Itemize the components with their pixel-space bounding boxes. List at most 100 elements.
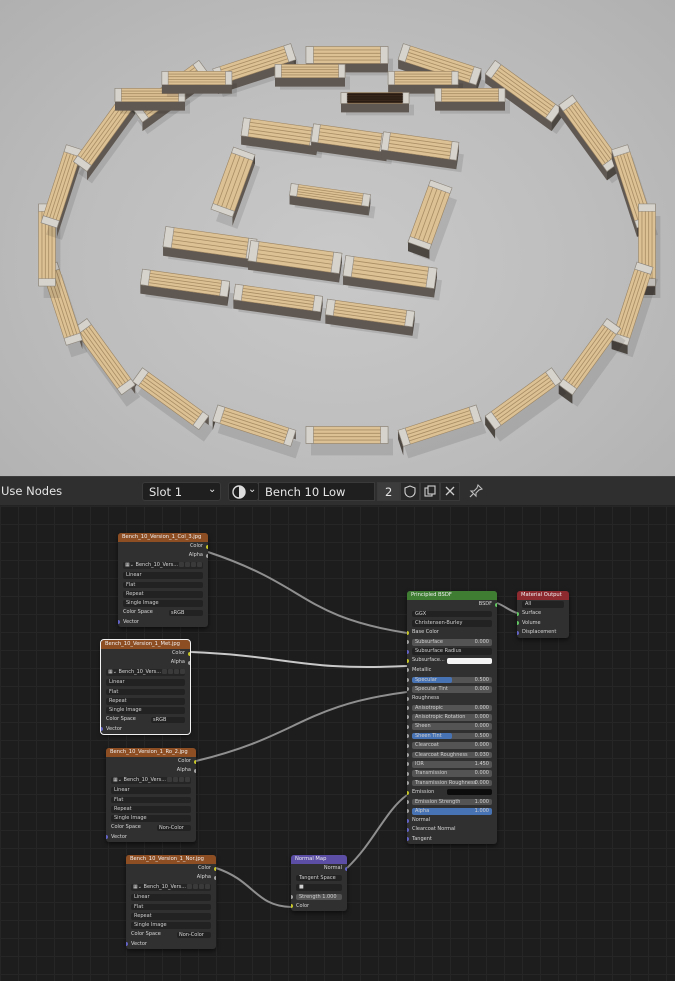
input-sheen[interactable]: Sheen 0.000 <box>407 722 497 731</box>
input-specular[interactable]: Specular 0.500 <box>407 675 497 684</box>
color-socket[interactable] <box>206 544 208 549</box>
socket[interactable] <box>407 715 409 720</box>
input-clearcoat[interactable]: Clearcoat 0.000 <box>407 741 497 750</box>
socket[interactable] <box>407 790 409 795</box>
surface-socket[interactable] <box>517 612 519 617</box>
node-editor-canvas[interactable]: Bench_10_Version_1_Col_3.jpg Color Alpha… <box>0 506 675 981</box>
alpha-socket[interactable] <box>194 769 196 774</box>
socket[interactable] <box>407 659 409 664</box>
input-alpha[interactable]: Alpha 1.000 <box>407 807 497 816</box>
input-subsurface[interactable]: Subsurface 0.000 <box>407 638 497 647</box>
socket[interactable] <box>407 828 409 833</box>
node-header[interactable]: Bench_10_Version_1_Met.jpg <box>101 640 190 649</box>
image-selector[interactable]: ▦⌄ Bench_10_Vers... <box>101 668 190 678</box>
socket[interactable] <box>407 799 409 804</box>
image-texture-node-metallic[interactable]: Bench_10_Version_1_Met.jpg Color Alpha ▦… <box>100 638 191 736</box>
image-texture-node-color[interactable]: Bench_10_Version_1_Col_3.jpg Color Alpha… <box>118 533 208 628</box>
normal-map-node[interactable]: Normal Map Normal Tangent Space ■ Streng… <box>291 855 347 911</box>
socket[interactable] <box>407 762 409 767</box>
distribution-dropdown[interactable]: GGX <box>407 609 497 618</box>
target-dropdown[interactable]: All <box>517 600 569 609</box>
alpha-socket[interactable] <box>188 661 190 666</box>
socket[interactable] <box>407 677 409 682</box>
input-subsurface-color[interactable]: Subsurface... <box>407 656 497 665</box>
node-header[interactable]: Normal Map <box>291 855 347 864</box>
color-socket[interactable] <box>214 866 216 871</box>
use-nodes-label[interactable]: Use Nodes <box>1 484 62 498</box>
socket[interactable] <box>407 809 409 814</box>
color-swatch[interactable] <box>447 789 492 796</box>
strength-field[interactable]: Strength 1.000 <box>291 892 347 901</box>
color-space-dropdown[interactable]: Non-Color <box>157 824 191 832</box>
space-dropdown[interactable]: Tangent Space <box>291 873 347 882</box>
strength-socket[interactable] <box>291 894 293 899</box>
normal-socket[interactable] <box>345 866 347 871</box>
image-selector[interactable]: ▦⌄ Bench_10_Vers... <box>118 561 208 571</box>
displacement-socket[interactable] <box>517 630 519 635</box>
input-transmission[interactable]: Transmission 0.000 <box>407 769 497 778</box>
projection-dropdown[interactable]: Flat <box>101 687 190 696</box>
roughness-socket[interactable] <box>407 696 409 701</box>
socket[interactable] <box>407 649 409 654</box>
fake-user-button[interactable] <box>400 482 420 501</box>
projection-dropdown[interactable]: Flat <box>106 795 196 804</box>
input-sheen-tint[interactable]: Sheen Tint 0.500 <box>407 731 497 740</box>
3d-viewport[interactable] <box>0 0 675 476</box>
input-anisotropic-rotation[interactable]: Anisotropic Rotation 0.000 <box>407 713 497 722</box>
alpha-socket[interactable] <box>206 554 208 559</box>
color-swatch[interactable] <box>447 657 492 664</box>
color-socket[interactable] <box>188 651 190 656</box>
socket[interactable] <box>407 724 409 729</box>
socket[interactable] <box>407 837 409 842</box>
uv-map-field[interactable]: ■ <box>291 883 347 892</box>
extension-dropdown[interactable]: Repeat <box>106 805 196 814</box>
socket[interactable] <box>407 705 409 710</box>
user-count-button[interactable]: 2 <box>377 482 400 501</box>
unlink-material-button[interactable] <box>440 482 460 501</box>
socket[interactable] <box>407 640 409 645</box>
node-header[interactable]: Principled BSDF <box>407 591 497 600</box>
node-header[interactable]: Bench_10_Version_1_Nor.jpg <box>126 855 216 864</box>
input-specular-tint[interactable]: Specular Tint 0.000 <box>407 685 497 694</box>
alpha-socket[interactable] <box>214 876 216 881</box>
extension-dropdown[interactable]: Repeat <box>101 697 190 706</box>
color-socket[interactable] <box>291 904 293 909</box>
material-output-node[interactable]: Material Output All Surface Volume Displ… <box>517 591 569 638</box>
base-color-socket[interactable] <box>407 630 409 635</box>
image-selector[interactable]: ▦⌄ Bench_10_Vers... <box>126 883 216 893</box>
color-space-dropdown[interactable]: Non-Color <box>177 931 211 939</box>
subsurface-method-dropdown[interactable]: Christensen-Burley <box>407 619 497 628</box>
source-dropdown[interactable]: Single Image <box>101 706 190 715</box>
node-header[interactable]: Material Output <box>517 591 569 600</box>
source-dropdown[interactable]: Single Image <box>126 921 216 930</box>
bsdf-socket[interactable] <box>495 602 497 607</box>
volume-socket[interactable] <box>517 621 519 626</box>
interpolation-dropdown[interactable]: Linear <box>118 571 208 580</box>
input-ior[interactable]: IOR 1.450 <box>407 760 497 769</box>
vector-socket[interactable] <box>101 727 103 732</box>
extension-dropdown[interactable]: Repeat <box>118 590 208 599</box>
material-name-field[interactable]: Bench 10 Low <box>258 482 375 501</box>
node-header[interactable]: Bench_10_Version_1_Col_3.jpg <box>118 533 208 542</box>
input-anisotropic[interactable]: Anisotropic 0.000 <box>407 703 497 712</box>
color-space-dropdown[interactable]: sRGB <box>169 609 203 617</box>
socket[interactable] <box>407 743 409 748</box>
image-texture-node-normal[interactable]: Bench_10_Version_1_Nor.jpg Color Alpha ▦… <box>126 855 216 950</box>
projection-dropdown[interactable]: Flat <box>118 580 208 589</box>
socket[interactable] <box>407 734 409 739</box>
source-dropdown[interactable]: Single Image <box>118 599 208 608</box>
socket[interactable] <box>407 752 409 757</box>
socket[interactable] <box>407 771 409 776</box>
input-transmission-roughness[interactable]: Transmission Roughness 0.000 <box>407 778 497 787</box>
input-clearcoat-roughness[interactable]: Clearcoat Roughness 0.030 <box>407 750 497 759</box>
input-subsurface-radius[interactable]: Subsurface Radius <box>407 647 497 656</box>
input-emission[interactable]: Emission <box>407 788 497 797</box>
image-selector[interactable]: ▦⌄ Bench_10_Vers... <box>106 776 196 786</box>
color-space-dropdown[interactable]: sRGB <box>151 716 185 724</box>
principled-bsdf-node[interactable]: Principled BSDF BSDF GGX Christensen-Bur… <box>407 591 497 845</box>
interpolation-dropdown[interactable]: Linear <box>126 893 216 902</box>
projection-dropdown[interactable]: Flat <box>126 902 216 911</box>
socket[interactable] <box>407 781 409 786</box>
slot-dropdown[interactable]: Slot 1 ⌄ <box>142 482 221 501</box>
material-browse-button[interactable]: ⌄ <box>228 482 259 501</box>
